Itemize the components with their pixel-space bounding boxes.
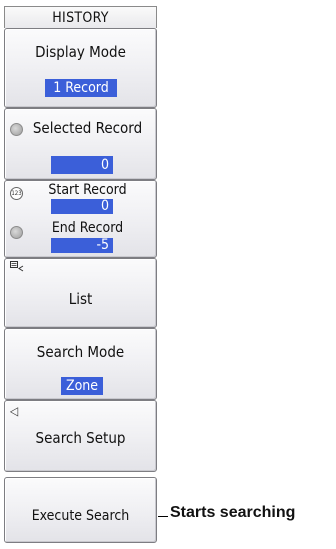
display-mode-button[interactable]: Display Mode 1 Record (4, 28, 157, 108)
list-title: List (68, 290, 93, 308)
list-icon (10, 261, 24, 275)
menu-header: HISTORY (4, 6, 157, 28)
execute-search-title: Execute Search (31, 508, 130, 524)
search-mode-button[interactable]: Search Mode Zone (4, 328, 157, 400)
submenu-arrow-icon: ◁ (10, 404, 19, 418)
history-menu-panel: HISTORY Display Mode 1 Record Selected R… (4, 6, 158, 543)
selected-record-title: Selected Record (32, 119, 143, 137)
end-record-value: -5 (51, 238, 113, 253)
display-mode-value: 1 Record (45, 79, 117, 97)
callout-leader-line (158, 516, 168, 517)
search-setup-button[interactable]: ◁ Search Setup (4, 400, 157, 472)
execute-search-button[interactable]: Execute Search (4, 477, 157, 543)
search-setup-title: Search Setup (35, 429, 126, 447)
starts-searching-annotation: Starts searching (170, 504, 296, 521)
start-record-title: Start Record (48, 182, 127, 198)
list-button[interactable]: List (4, 258, 157, 328)
start-record-value: 0 (51, 199, 113, 214)
selected-record-value: 0 (51, 156, 113, 174)
end-record-title: End Record (51, 220, 124, 236)
search-mode-value: Zone (61, 377, 103, 395)
record-range-button[interactable]: 123 Start Record 0 End Record -5 (4, 180, 157, 258)
search-mode-title: Search Mode (36, 343, 125, 361)
selected-record-button[interactable]: Selected Record 0 (4, 108, 157, 180)
display-mode-title: Display Mode (35, 43, 126, 61)
